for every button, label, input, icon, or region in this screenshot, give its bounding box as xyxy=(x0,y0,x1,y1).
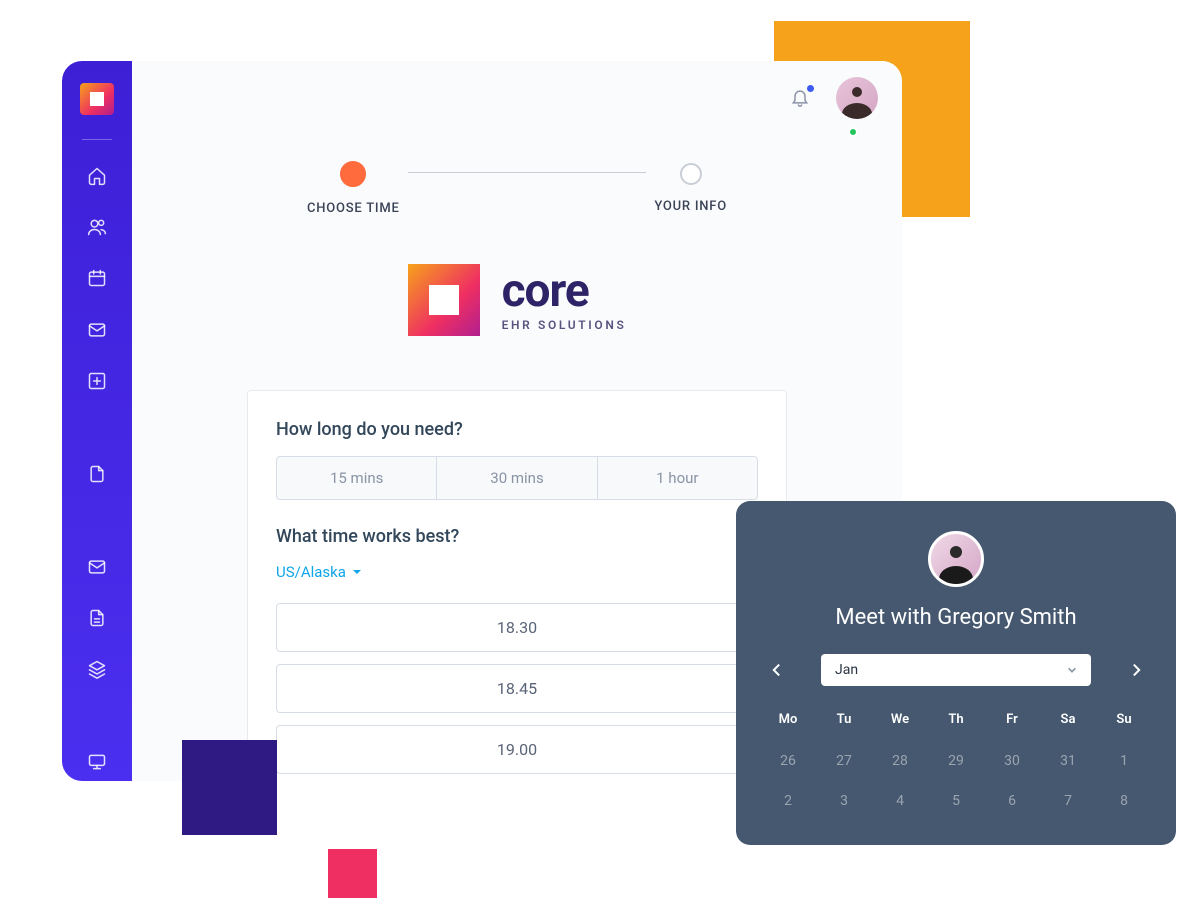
weekday-header: Sa xyxy=(1040,704,1096,741)
calendar-day[interactable]: 5 xyxy=(928,781,984,821)
duration-options: 15 mins 30 mins 1 hour xyxy=(276,456,758,500)
user-avatar[interactable] xyxy=(836,77,878,119)
step-1-label: CHOOSE TIME xyxy=(307,201,400,216)
weekday-header: We xyxy=(872,704,928,741)
home-icon[interactable] xyxy=(77,158,117,195)
timezone-selector[interactable]: US/Alaska xyxy=(276,563,758,581)
chevron-down-icon xyxy=(1067,665,1077,675)
file-icon[interactable] xyxy=(77,455,117,492)
step-1-dot[interactable] xyxy=(340,161,366,187)
document-icon[interactable] xyxy=(77,600,117,637)
calendar-day[interactable]: 1 xyxy=(1096,741,1152,781)
sidebar xyxy=(62,61,132,781)
brand-logo-icon xyxy=(408,264,480,336)
time-slot[interactable]: 18.45 xyxy=(276,664,758,713)
calendar-day[interactable]: 8 xyxy=(1096,781,1152,821)
calendar-day[interactable]: 30 xyxy=(984,741,1040,781)
timezone-value: US/Alaska xyxy=(276,563,346,581)
calendar-day[interactable]: 3 xyxy=(816,781,872,821)
calendar-title: Meet with Gregory Smith xyxy=(760,605,1152,630)
booking-card: How long do you need? 15 mins 30 mins 1 … xyxy=(247,390,787,781)
decor-square-pink xyxy=(328,849,377,898)
step-2-dot[interactable] xyxy=(680,163,702,185)
weekday-header: Mo xyxy=(760,704,816,741)
calendar-day[interactable]: 27 xyxy=(816,741,872,781)
step-connector xyxy=(408,172,647,173)
weekday-header: Tu xyxy=(816,704,872,741)
app-logo-icon[interactable] xyxy=(80,83,114,115)
duration-question: How long do you need? xyxy=(276,419,758,440)
meeting-host-avatar xyxy=(928,531,984,587)
brand-name: core xyxy=(502,268,627,314)
monitor-icon[interactable] xyxy=(77,744,117,781)
inbox-icon[interactable] xyxy=(77,548,117,585)
next-month-button[interactable] xyxy=(1124,658,1148,682)
calendar-day[interactable]: 28 xyxy=(872,741,928,781)
calendar-day[interactable]: 6 xyxy=(984,781,1040,821)
calendar-day[interactable]: 29 xyxy=(928,741,984,781)
weekday-header: Su xyxy=(1096,704,1152,741)
duration-option-1h[interactable]: 1 hour xyxy=(598,457,757,499)
weekday-header: Th xyxy=(928,704,984,741)
time-slot[interactable]: 19.00 xyxy=(276,725,758,774)
layers-icon[interactable] xyxy=(77,651,117,688)
notification-bell-icon[interactable] xyxy=(790,87,812,109)
calendar-day[interactable]: 7 xyxy=(1040,781,1096,821)
decor-square-indigo xyxy=(182,740,277,835)
month-value: Jan xyxy=(835,662,858,678)
time-slot[interactable]: 18.30 xyxy=(276,603,758,652)
calendar-day[interactable]: 31 xyxy=(1040,741,1096,781)
duration-option-15[interactable]: 15 mins xyxy=(277,457,437,499)
brand-block: core EHR SOLUTIONS xyxy=(232,264,802,336)
month-select[interactable]: Jan xyxy=(821,654,1091,686)
sidebar-divider xyxy=(82,139,112,140)
weekday-header: Fr xyxy=(984,704,1040,741)
notification-dot xyxy=(807,85,814,92)
plus-square-icon[interactable] xyxy=(77,362,117,399)
calendar-icon[interactable] xyxy=(77,260,117,297)
progress-stepper: CHOOSE TIME YOUR INFO xyxy=(307,161,727,216)
prev-month-button[interactable] xyxy=(764,658,788,682)
calendar-day[interactable]: 26 xyxy=(760,741,816,781)
users-icon[interactable] xyxy=(77,209,117,246)
calendar-day[interactable]: 4 xyxy=(872,781,928,821)
presence-indicator xyxy=(848,127,858,137)
calendar-day[interactable]: 2 xyxy=(760,781,816,821)
time-question: What time works best? xyxy=(276,526,758,547)
mail-icon[interactable] xyxy=(77,311,117,348)
calendar-widget: Meet with Gregory Smith Jan Mo Tu We Th … xyxy=(736,501,1176,845)
calendar-grid: Mo Tu We Th Fr Sa Su 26 27 28 29 30 31 1… xyxy=(760,704,1152,821)
step-2-label: YOUR INFO xyxy=(654,199,727,214)
brand-subtitle: EHR SOLUTIONS xyxy=(502,318,627,332)
chevron-down-icon xyxy=(352,567,362,577)
duration-option-30[interactable]: 30 mins xyxy=(437,457,597,499)
